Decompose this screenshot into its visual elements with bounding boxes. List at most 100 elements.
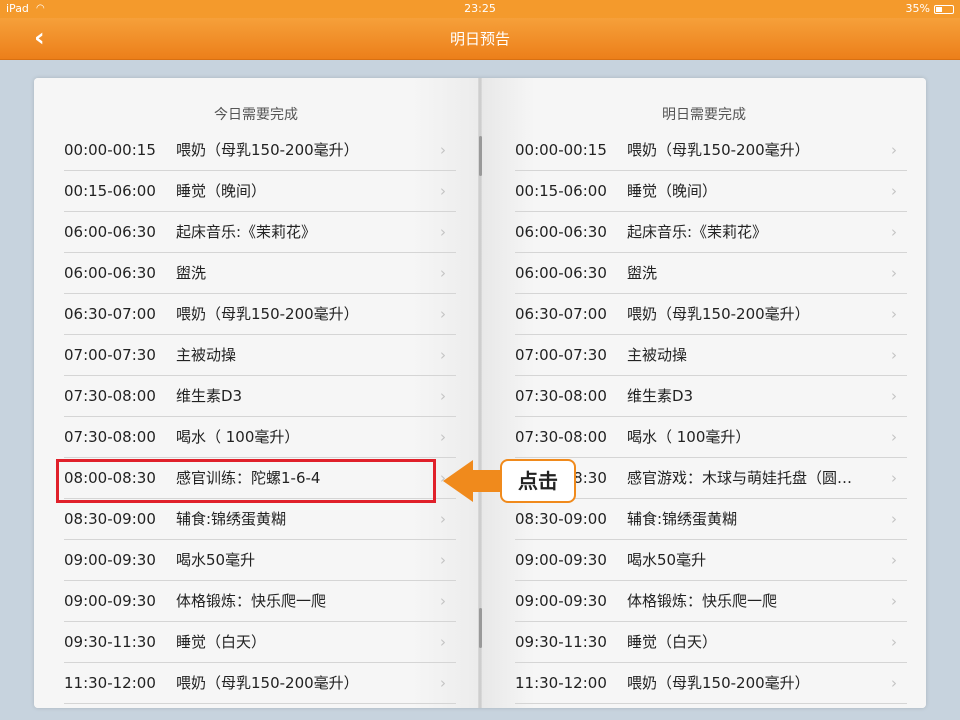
left-page-title: 今日需要完成 — [214, 107, 298, 123]
schedule-row[interactable]: 08:30-09:00 辅食:锦绣蛋黄糊 › — [515, 499, 907, 540]
clock: 23:25 — [464, 2, 496, 15]
chevron-right-icon: › — [891, 469, 897, 487]
chevron-right-icon: › — [440, 510, 446, 528]
row-time: 09:00-09:30 — [515, 551, 607, 569]
schedule-row[interactable]: 07:30-08:00 维生素D3 › — [515, 376, 907, 417]
chevron-right-icon: › — [440, 387, 446, 405]
arrow-tail — [472, 470, 502, 492]
schedule-row[interactable]: 07:30-08:00 喝水（ 100毫升） › — [64, 417, 456, 458]
schedule-row[interactable]: 11:30-12:00 喂奶（母乳150-200毫升） › — [515, 663, 907, 704]
schedule-row[interactable]: 06:00-06:30 盥洗 › — [64, 253, 456, 294]
row-task: 辅食:锦绣蛋黄糊 — [176, 510, 287, 528]
schedule-row[interactable]: 06:30-07:00 喂奶（母乳150-200毫升） › — [515, 294, 907, 335]
schedule-row[interactable]: 00:00-00:15 喂奶（母乳150-200毫升） › — [515, 130, 907, 171]
schedule-row[interactable]: 06:00-06:30 盥洗 › — [515, 253, 907, 294]
row-task: 睡觉（晚间） — [176, 182, 267, 200]
row-task: 主被动操 — [176, 346, 237, 364]
chevron-right-icon: › — [891, 674, 897, 692]
row-time: 06:00-06:30 — [64, 223, 156, 241]
row-time: 09:00-09:30 — [64, 592, 156, 610]
row-time: 07:30-08:00 — [64, 387, 156, 405]
chevron-right-icon: › — [891, 428, 897, 446]
row-task: 喝水（ 100毫升） — [627, 428, 751, 446]
chevron-right-icon: › — [891, 182, 897, 200]
chevron-right-icon: › — [891, 387, 897, 405]
nav-bar: ‹ 明日预告 — [0, 18, 960, 60]
row-task: 喂奶（母乳150-200毫升） — [627, 674, 810, 692]
row-time: 09:30-11:30 — [515, 633, 607, 651]
schedule-row[interactable]: 09:00-09:30 喝水50毫升 › — [64, 540, 456, 581]
schedule-row[interactable]: 00:15-06:00 睡觉（晚间） › — [64, 171, 456, 212]
click-callout: 点击 — [500, 459, 576, 503]
chevron-right-icon: › — [891, 510, 897, 528]
schedule-row[interactable]: 09:30-11:30 睡觉（白天） › — [64, 622, 456, 663]
row-task: 喂奶（母乳150-200毫升） — [176, 141, 359, 159]
row-task: 主被动操 — [627, 346, 688, 364]
battery-percent: 35% — [905, 2, 930, 15]
row-time: 07:00-07:30 — [515, 346, 607, 364]
schedule-row[interactable]: 06:00-06:30 起床音乐:《茉莉花》 › — [64, 212, 456, 253]
row-task: 起床音乐:《茉莉花》 — [176, 223, 317, 241]
chevron-right-icon: › — [891, 551, 897, 569]
row-time: 00:15-06:00 — [64, 182, 156, 200]
chevron-right-icon: › — [440, 592, 446, 610]
schedule-row[interactable]: 00:15-06:00 睡觉（晚间） › — [515, 171, 907, 212]
row-task: 辅食:锦绣蛋黄糊 — [627, 510, 738, 528]
chevron-right-icon: › — [440, 264, 446, 282]
row-time: 06:30-07:00 — [64, 305, 156, 323]
row-task: 体格锻炼：快乐爬一爬 — [627, 592, 778, 610]
schedule-row[interactable]: 06:30-07:00 喂奶（母乳150-200毫升） › — [64, 294, 456, 335]
row-time: 06:30-07:00 — [515, 305, 607, 323]
row-task: 盥洗 — [176, 264, 207, 282]
chevron-right-icon: › — [891, 223, 897, 241]
row-time: 07:30-08:00 — [515, 428, 607, 446]
schedule-row[interactable]: 07:30-08:00 维生素D3 › — [64, 376, 456, 417]
row-task: 体格锻炼：快乐爬一爬 — [176, 592, 327, 610]
row-task: 感官游戏：木球与萌娃托盘（圆… — [627, 469, 853, 487]
row-task: 盥洗 — [627, 264, 658, 282]
row-task: 喂奶（母乳150-200毫升） — [627, 305, 810, 323]
row-time: 09:30-11:30 — [64, 633, 156, 651]
row-time: 07:30-08:00 — [515, 387, 607, 405]
chevron-right-icon: › — [440, 305, 446, 323]
chevron-right-icon: › — [891, 264, 897, 282]
row-time: 06:00-06:30 — [515, 264, 607, 282]
row-time: 11:30-12:00 — [515, 674, 607, 692]
schedule-row[interactable]: 00:00-00:15 喂奶（母乳150-200毫升） › — [64, 130, 456, 171]
schedule-row[interactable]: 09:00-09:30 喝水50毫升 › — [515, 540, 907, 581]
row-task: 喂奶（母乳150-200毫升） — [176, 305, 359, 323]
row-time: 00:00-00:15 — [64, 141, 156, 159]
row-time: 11:30-12:00 — [64, 674, 156, 692]
row-task: 喂奶（母乳150-200毫升） — [627, 141, 810, 159]
schedule-row[interactable]: 09:30-11:30 睡觉（白天） › — [515, 622, 907, 663]
schedule-row[interactable]: 07:00-07:30 主被动操 › — [64, 335, 456, 376]
row-task: 喝水50毫升 — [627, 551, 707, 569]
row-task: 睡觉（白天） — [176, 633, 267, 651]
schedule-row[interactable]: 09:00-09:30 体格锻炼：快乐爬一爬 › — [515, 581, 907, 622]
chevron-right-icon: › — [440, 141, 446, 159]
row-time: 00:00-00:15 — [515, 141, 607, 159]
row-time: 00:15-06:00 — [515, 182, 607, 200]
chevron-right-icon: › — [891, 141, 897, 159]
schedule-row[interactable]: 06:00-06:30 起床音乐:《茉莉花》 › — [515, 212, 907, 253]
chevron-right-icon: › — [891, 346, 897, 364]
row-time: 08:30-09:00 — [64, 510, 156, 528]
row-task: 维生素D3 — [176, 387, 243, 405]
chevron-right-icon: › — [440, 674, 446, 692]
chevron-right-icon: › — [440, 223, 446, 241]
schedule-row[interactable]: 11:30-12:00 喂奶（母乳150-200毫升） › — [64, 663, 456, 704]
schedule-row[interactable]: 09:00-09:30 体格锻炼：快乐爬一爬 › — [64, 581, 456, 622]
row-time: 06:00-06:30 — [515, 223, 607, 241]
chevron-right-icon: › — [440, 346, 446, 364]
chevron-right-icon: › — [891, 633, 897, 651]
chevron-right-icon: › — [440, 428, 446, 446]
schedule-row[interactable]: 07:30-08:00 喝水（ 100毫升） › — [515, 417, 907, 458]
schedule-row[interactable]: 08:30-09:00 辅食:锦绣蛋黄糊 › — [64, 499, 456, 540]
row-task: 喂奶（母乳150-200毫升） — [176, 674, 359, 692]
schedule-row[interactable]: 07:00-07:30 主被动操 › — [515, 335, 907, 376]
left-page: 今日需要完成 00:00-00:15 喂奶（母乳150-200毫升） › 00:15-… — [34, 78, 478, 708]
highlight-box — [56, 459, 436, 503]
right-page: 明日需要完成 00:00-00:15 喂奶（母乳150-200毫升） › 00:15-… — [482, 78, 926, 708]
chevron-right-icon: › — [891, 305, 897, 323]
row-task: 睡觉（晚间） — [627, 182, 718, 200]
